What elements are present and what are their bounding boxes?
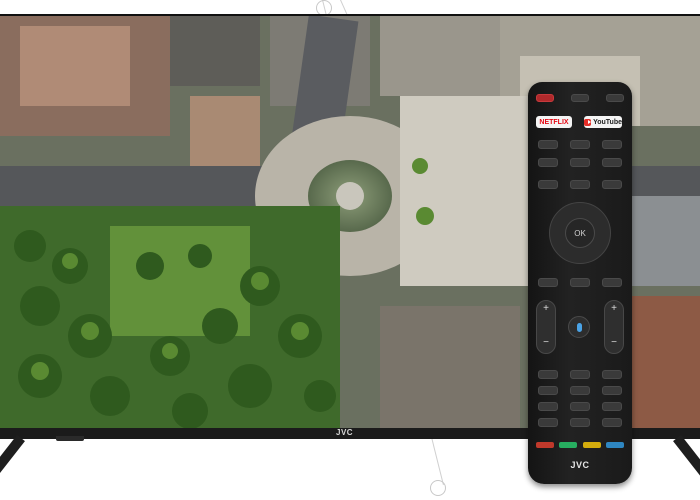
youtube-play-icon [584,118,592,126]
volume-down-label: − [543,337,549,348]
number-key-5[interactable] [570,386,590,395]
youtube-button[interactable]: YouTube [584,116,622,128]
channel-up-label: + [611,303,617,314]
number-key-1[interactable] [538,370,558,379]
fountain [336,182,364,210]
building-block [170,16,260,86]
building-block [630,296,700,428]
voice-button[interactable] [568,316,590,338]
volume-rocker[interactable]: + − [536,300,556,354]
home-button[interactable] [538,180,558,189]
power-button[interactable] [536,94,554,102]
forward-button[interactable] [602,140,622,149]
building-block [380,16,500,96]
number-key-6[interactable] [602,386,622,395]
microphone-icon [576,322,582,332]
next-button[interactable] [602,158,622,167]
remote-brand-logo: JVC [570,460,590,470]
red-key[interactable] [536,442,554,448]
number-key-3[interactable] [602,370,622,379]
prev-button[interactable] [538,158,558,167]
rewind-button[interactable] [538,140,558,149]
watermark-ring [430,480,446,496]
number-key-9[interactable] [602,402,622,411]
blue-key[interactable] [606,442,624,448]
info-button[interactable] [602,278,622,287]
channel-rocker[interactable]: + − [604,300,624,354]
exit-button[interactable] [602,180,622,189]
building-block [20,26,130,106]
number-key-0[interactable] [570,418,590,427]
back-button[interactable] [538,278,558,287]
menu-button[interactable] [570,180,590,189]
stop-button[interactable] [570,140,590,149]
ir-sensor [56,436,84,441]
building-block [380,306,520,428]
green-key[interactable] [559,442,577,448]
number-key-7[interactable] [538,402,558,411]
building-block [400,96,530,286]
building-block [620,196,700,286]
ok-button[interactable]: OK [565,218,595,248]
number-key-dash[interactable] [602,418,622,427]
yellow-key[interactable] [583,442,601,448]
volume-up-label: + [543,303,549,314]
number-key-8[interactable] [570,402,590,411]
number-key-list[interactable] [538,418,558,427]
input-button[interactable] [571,94,589,102]
play-button[interactable] [570,158,590,167]
netflix-button[interactable]: NETFLIX [536,116,572,128]
building-block [190,96,260,166]
channel-down-label: − [611,337,617,348]
settings-button[interactable] [606,94,624,102]
remote-control: NETFLIX YouTube OK + − + − JVC [528,82,632,484]
tv-brand-logo: JVC [336,428,354,437]
guide-button[interactable] [570,278,590,287]
youtube-label: YouTube [593,118,622,126]
number-key-4[interactable] [538,386,558,395]
number-key-2[interactable] [570,370,590,379]
